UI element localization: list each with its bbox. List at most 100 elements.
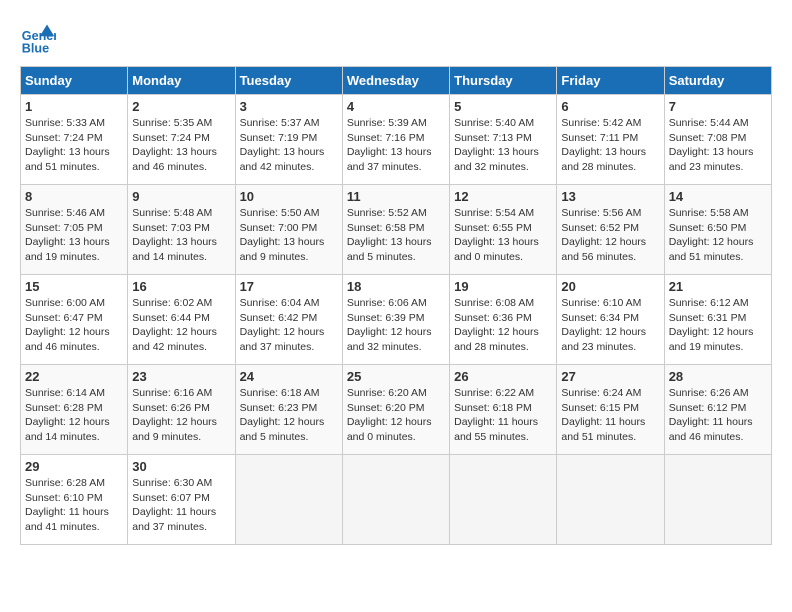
calendar-day-cell: 18 Sunrise: 6:06 AMSunset: 6:39 PMDaylig…: [342, 275, 449, 365]
calendar-day-cell: 29 Sunrise: 6:28 AMSunset: 6:10 PMDaylig…: [21, 455, 128, 545]
day-info: Sunrise: 5:56 AMSunset: 6:52 PMDaylight:…: [561, 206, 659, 265]
day-number: 20: [561, 279, 659, 294]
day-info: Sunrise: 5:35 AMSunset: 7:24 PMDaylight:…: [132, 116, 230, 175]
day-number: 25: [347, 369, 445, 384]
day-number: 28: [669, 369, 767, 384]
calendar-week-row: 1 Sunrise: 5:33 AMSunset: 7:24 PMDayligh…: [21, 95, 772, 185]
day-info: Sunrise: 5:48 AMSunset: 7:03 PMDaylight:…: [132, 206, 230, 265]
calendar-week-row: 22 Sunrise: 6:14 AMSunset: 6:28 PMDaylig…: [21, 365, 772, 455]
day-number: 4: [347, 99, 445, 114]
day-info: Sunrise: 6:22 AMSunset: 6:18 PMDaylight:…: [454, 386, 552, 445]
weekday-header: Monday: [128, 67, 235, 95]
day-info: Sunrise: 6:04 AMSunset: 6:42 PMDaylight:…: [240, 296, 338, 355]
day-number: 16: [132, 279, 230, 294]
day-number: 10: [240, 189, 338, 204]
calendar-day-cell: 21 Sunrise: 6:12 AMSunset: 6:31 PMDaylig…: [664, 275, 771, 365]
calendar-day-cell: 23 Sunrise: 6:16 AMSunset: 6:26 PMDaylig…: [128, 365, 235, 455]
calendar-day-cell: [342, 455, 449, 545]
calendar-day-cell: 10 Sunrise: 5:50 AMSunset: 7:00 PMDaylig…: [235, 185, 342, 275]
day-info: Sunrise: 5:42 AMSunset: 7:11 PMDaylight:…: [561, 116, 659, 175]
day-info: Sunrise: 6:20 AMSunset: 6:20 PMDaylight:…: [347, 386, 445, 445]
day-number: 17: [240, 279, 338, 294]
day-info: Sunrise: 5:52 AMSunset: 6:58 PMDaylight:…: [347, 206, 445, 265]
day-number: 2: [132, 99, 230, 114]
calendar-day-cell: 17 Sunrise: 6:04 AMSunset: 6:42 PMDaylig…: [235, 275, 342, 365]
weekday-header: Thursday: [450, 67, 557, 95]
calendar-day-cell: 5 Sunrise: 5:40 AMSunset: 7:13 PMDayligh…: [450, 95, 557, 185]
day-info: Sunrise: 5:50 AMSunset: 7:00 PMDaylight:…: [240, 206, 338, 265]
weekday-header: Friday: [557, 67, 664, 95]
day-number: 11: [347, 189, 445, 204]
day-number: 30: [132, 459, 230, 474]
calendar-day-cell: 22 Sunrise: 6:14 AMSunset: 6:28 PMDaylig…: [21, 365, 128, 455]
day-info: Sunrise: 5:46 AMSunset: 7:05 PMDaylight:…: [25, 206, 123, 265]
day-info: Sunrise: 6:16 AMSunset: 6:26 PMDaylight:…: [132, 386, 230, 445]
day-info: Sunrise: 5:39 AMSunset: 7:16 PMDaylight:…: [347, 116, 445, 175]
weekday-header: Saturday: [664, 67, 771, 95]
calendar-day-cell: 28 Sunrise: 6:26 AMSunset: 6:12 PMDaylig…: [664, 365, 771, 455]
day-number: 18: [347, 279, 445, 294]
day-number: 7: [669, 99, 767, 114]
day-info: Sunrise: 6:12 AMSunset: 6:31 PMDaylight:…: [669, 296, 767, 355]
day-number: 12: [454, 189, 552, 204]
svg-text:Blue: Blue: [22, 41, 49, 55]
day-number: 21: [669, 279, 767, 294]
calendar-day-cell: 30 Sunrise: 6:30 AMSunset: 6:07 PMDaylig…: [128, 455, 235, 545]
day-info: Sunrise: 6:06 AMSunset: 6:39 PMDaylight:…: [347, 296, 445, 355]
calendar-day-cell: 4 Sunrise: 5:39 AMSunset: 7:16 PMDayligh…: [342, 95, 449, 185]
calendar-day-cell: 7 Sunrise: 5:44 AMSunset: 7:08 PMDayligh…: [664, 95, 771, 185]
weekday-header: Tuesday: [235, 67, 342, 95]
day-info: Sunrise: 6:00 AMSunset: 6:47 PMDaylight:…: [25, 296, 123, 355]
day-number: 3: [240, 99, 338, 114]
day-info: Sunrise: 5:54 AMSunset: 6:55 PMDaylight:…: [454, 206, 552, 265]
calendar-day-cell: 24 Sunrise: 6:18 AMSunset: 6:23 PMDaylig…: [235, 365, 342, 455]
calendar-day-cell: 20 Sunrise: 6:10 AMSunset: 6:34 PMDaylig…: [557, 275, 664, 365]
day-info: Sunrise: 6:02 AMSunset: 6:44 PMDaylight:…: [132, 296, 230, 355]
calendar-day-cell: 16 Sunrise: 6:02 AMSunset: 6:44 PMDaylig…: [128, 275, 235, 365]
calendar-day-cell: 13 Sunrise: 5:56 AMSunset: 6:52 PMDaylig…: [557, 185, 664, 275]
calendar-day-cell: [557, 455, 664, 545]
calendar-header-row: SundayMondayTuesdayWednesdayThursdayFrid…: [21, 67, 772, 95]
calendar-day-cell: 11 Sunrise: 5:52 AMSunset: 6:58 PMDaylig…: [342, 185, 449, 275]
calendar-day-cell: 19 Sunrise: 6:08 AMSunset: 6:36 PMDaylig…: [450, 275, 557, 365]
day-info: Sunrise: 5:58 AMSunset: 6:50 PMDaylight:…: [669, 206, 767, 265]
day-info: Sunrise: 6:30 AMSunset: 6:07 PMDaylight:…: [132, 476, 230, 535]
day-info: Sunrise: 5:40 AMSunset: 7:13 PMDaylight:…: [454, 116, 552, 175]
calendar-day-cell: 14 Sunrise: 5:58 AMSunset: 6:50 PMDaylig…: [664, 185, 771, 275]
day-info: Sunrise: 5:37 AMSunset: 7:19 PMDaylight:…: [240, 116, 338, 175]
day-number: 19: [454, 279, 552, 294]
day-number: 27: [561, 369, 659, 384]
weekday-header: Sunday: [21, 67, 128, 95]
calendar-day-cell: 26 Sunrise: 6:22 AMSunset: 6:18 PMDaylig…: [450, 365, 557, 455]
calendar-week-row: 8 Sunrise: 5:46 AMSunset: 7:05 PMDayligh…: [21, 185, 772, 275]
day-info: Sunrise: 6:10 AMSunset: 6:34 PMDaylight:…: [561, 296, 659, 355]
day-number: 9: [132, 189, 230, 204]
logo: General Blue: [20, 20, 56, 56]
day-info: Sunrise: 6:26 AMSunset: 6:12 PMDaylight:…: [669, 386, 767, 445]
day-info: Sunrise: 6:24 AMSunset: 6:15 PMDaylight:…: [561, 386, 659, 445]
page-header: General Blue: [20, 20, 772, 56]
day-number: 26: [454, 369, 552, 384]
calendar-day-cell: 1 Sunrise: 5:33 AMSunset: 7:24 PMDayligh…: [21, 95, 128, 185]
logo-icon: General Blue: [20, 20, 56, 56]
calendar-day-cell: [664, 455, 771, 545]
day-number: 22: [25, 369, 123, 384]
calendar-day-cell: 27 Sunrise: 6:24 AMSunset: 6:15 PMDaylig…: [557, 365, 664, 455]
calendar-day-cell: 6 Sunrise: 5:42 AMSunset: 7:11 PMDayligh…: [557, 95, 664, 185]
day-number: 23: [132, 369, 230, 384]
weekday-header: Wednesday: [342, 67, 449, 95]
calendar-week-row: 15 Sunrise: 6:00 AMSunset: 6:47 PMDaylig…: [21, 275, 772, 365]
day-number: 5: [454, 99, 552, 114]
day-number: 1: [25, 99, 123, 114]
calendar-day-cell: 12 Sunrise: 5:54 AMSunset: 6:55 PMDaylig…: [450, 185, 557, 275]
day-info: Sunrise: 6:28 AMSunset: 6:10 PMDaylight:…: [25, 476, 123, 535]
day-info: Sunrise: 6:08 AMSunset: 6:36 PMDaylight:…: [454, 296, 552, 355]
calendar-day-cell: 3 Sunrise: 5:37 AMSunset: 7:19 PMDayligh…: [235, 95, 342, 185]
day-number: 8: [25, 189, 123, 204]
day-number: 14: [669, 189, 767, 204]
day-info: Sunrise: 5:44 AMSunset: 7:08 PMDaylight:…: [669, 116, 767, 175]
day-number: 29: [25, 459, 123, 474]
calendar-day-cell: 15 Sunrise: 6:00 AMSunset: 6:47 PMDaylig…: [21, 275, 128, 365]
calendar-day-cell: 9 Sunrise: 5:48 AMSunset: 7:03 PMDayligh…: [128, 185, 235, 275]
calendar-day-cell: 2 Sunrise: 5:35 AMSunset: 7:24 PMDayligh…: [128, 95, 235, 185]
